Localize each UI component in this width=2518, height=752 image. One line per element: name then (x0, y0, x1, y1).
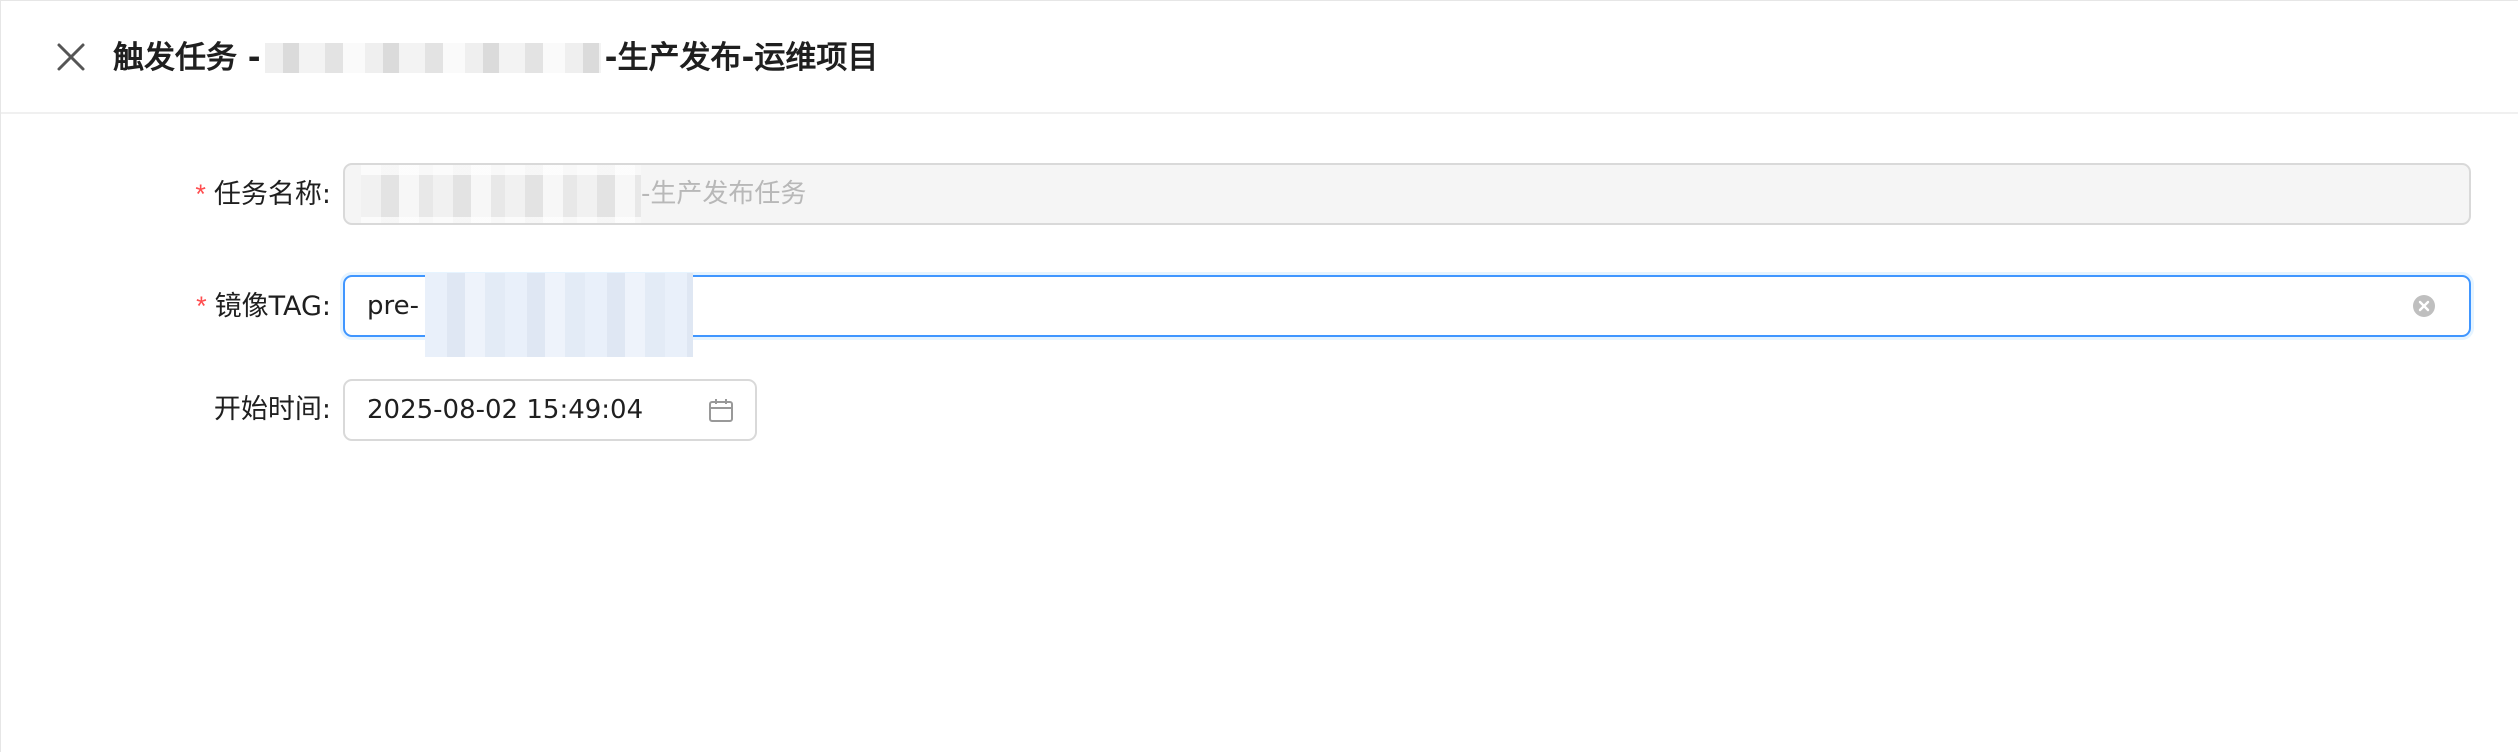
calendar-icon (709, 399, 733, 422)
start-time-picker[interactable]: 2025-08-02 15:49:04 (343, 379, 757, 441)
task-name-label-text: 任务名称: (213, 179, 331, 210)
task-name-label: * 任务名称: (195, 163, 331, 225)
start-time-value: 2025-08-02 15:49:04 (367, 395, 644, 425)
task-name-input[interactable]: -生产发布任务 (343, 163, 2471, 225)
close-button[interactable] (53, 39, 91, 77)
close-icon (57, 43, 85, 71)
drawer-header: 触发任务 - -生产发布-运维项目 (1, 1, 2518, 114)
start-time-label: 开始时间: (213, 394, 331, 425)
redacted-image-tag (425, 273, 693, 357)
required-mark: * (195, 179, 206, 209)
image-tag-label: * 镜像TAG: (196, 275, 331, 337)
redacted-project-name (264, 35, 601, 81)
task-name-suffix: -生产发布任务 (641, 179, 807, 209)
title-prefix: 触发任务 - (113, 40, 261, 76)
drawer-title: 触发任务 - -生产发布-运维项目 (113, 35, 878, 81)
trigger-task-drawer: 触发任务 - -生产发布-运维项目 * 任务名称: -生产发布任务 * 镜像TAG:… (0, 0, 2518, 752)
redacted-task-name (361, 165, 641, 223)
clear-circle-icon[interactable] (2411, 293, 2437, 319)
title-suffix: -生产发布-运维项目 (604, 40, 879, 76)
required-mark: * (196, 291, 207, 321)
image-tag-label-text: 镜像TAG: (214, 291, 331, 322)
image-tag-prefix: pre- (367, 291, 419, 321)
